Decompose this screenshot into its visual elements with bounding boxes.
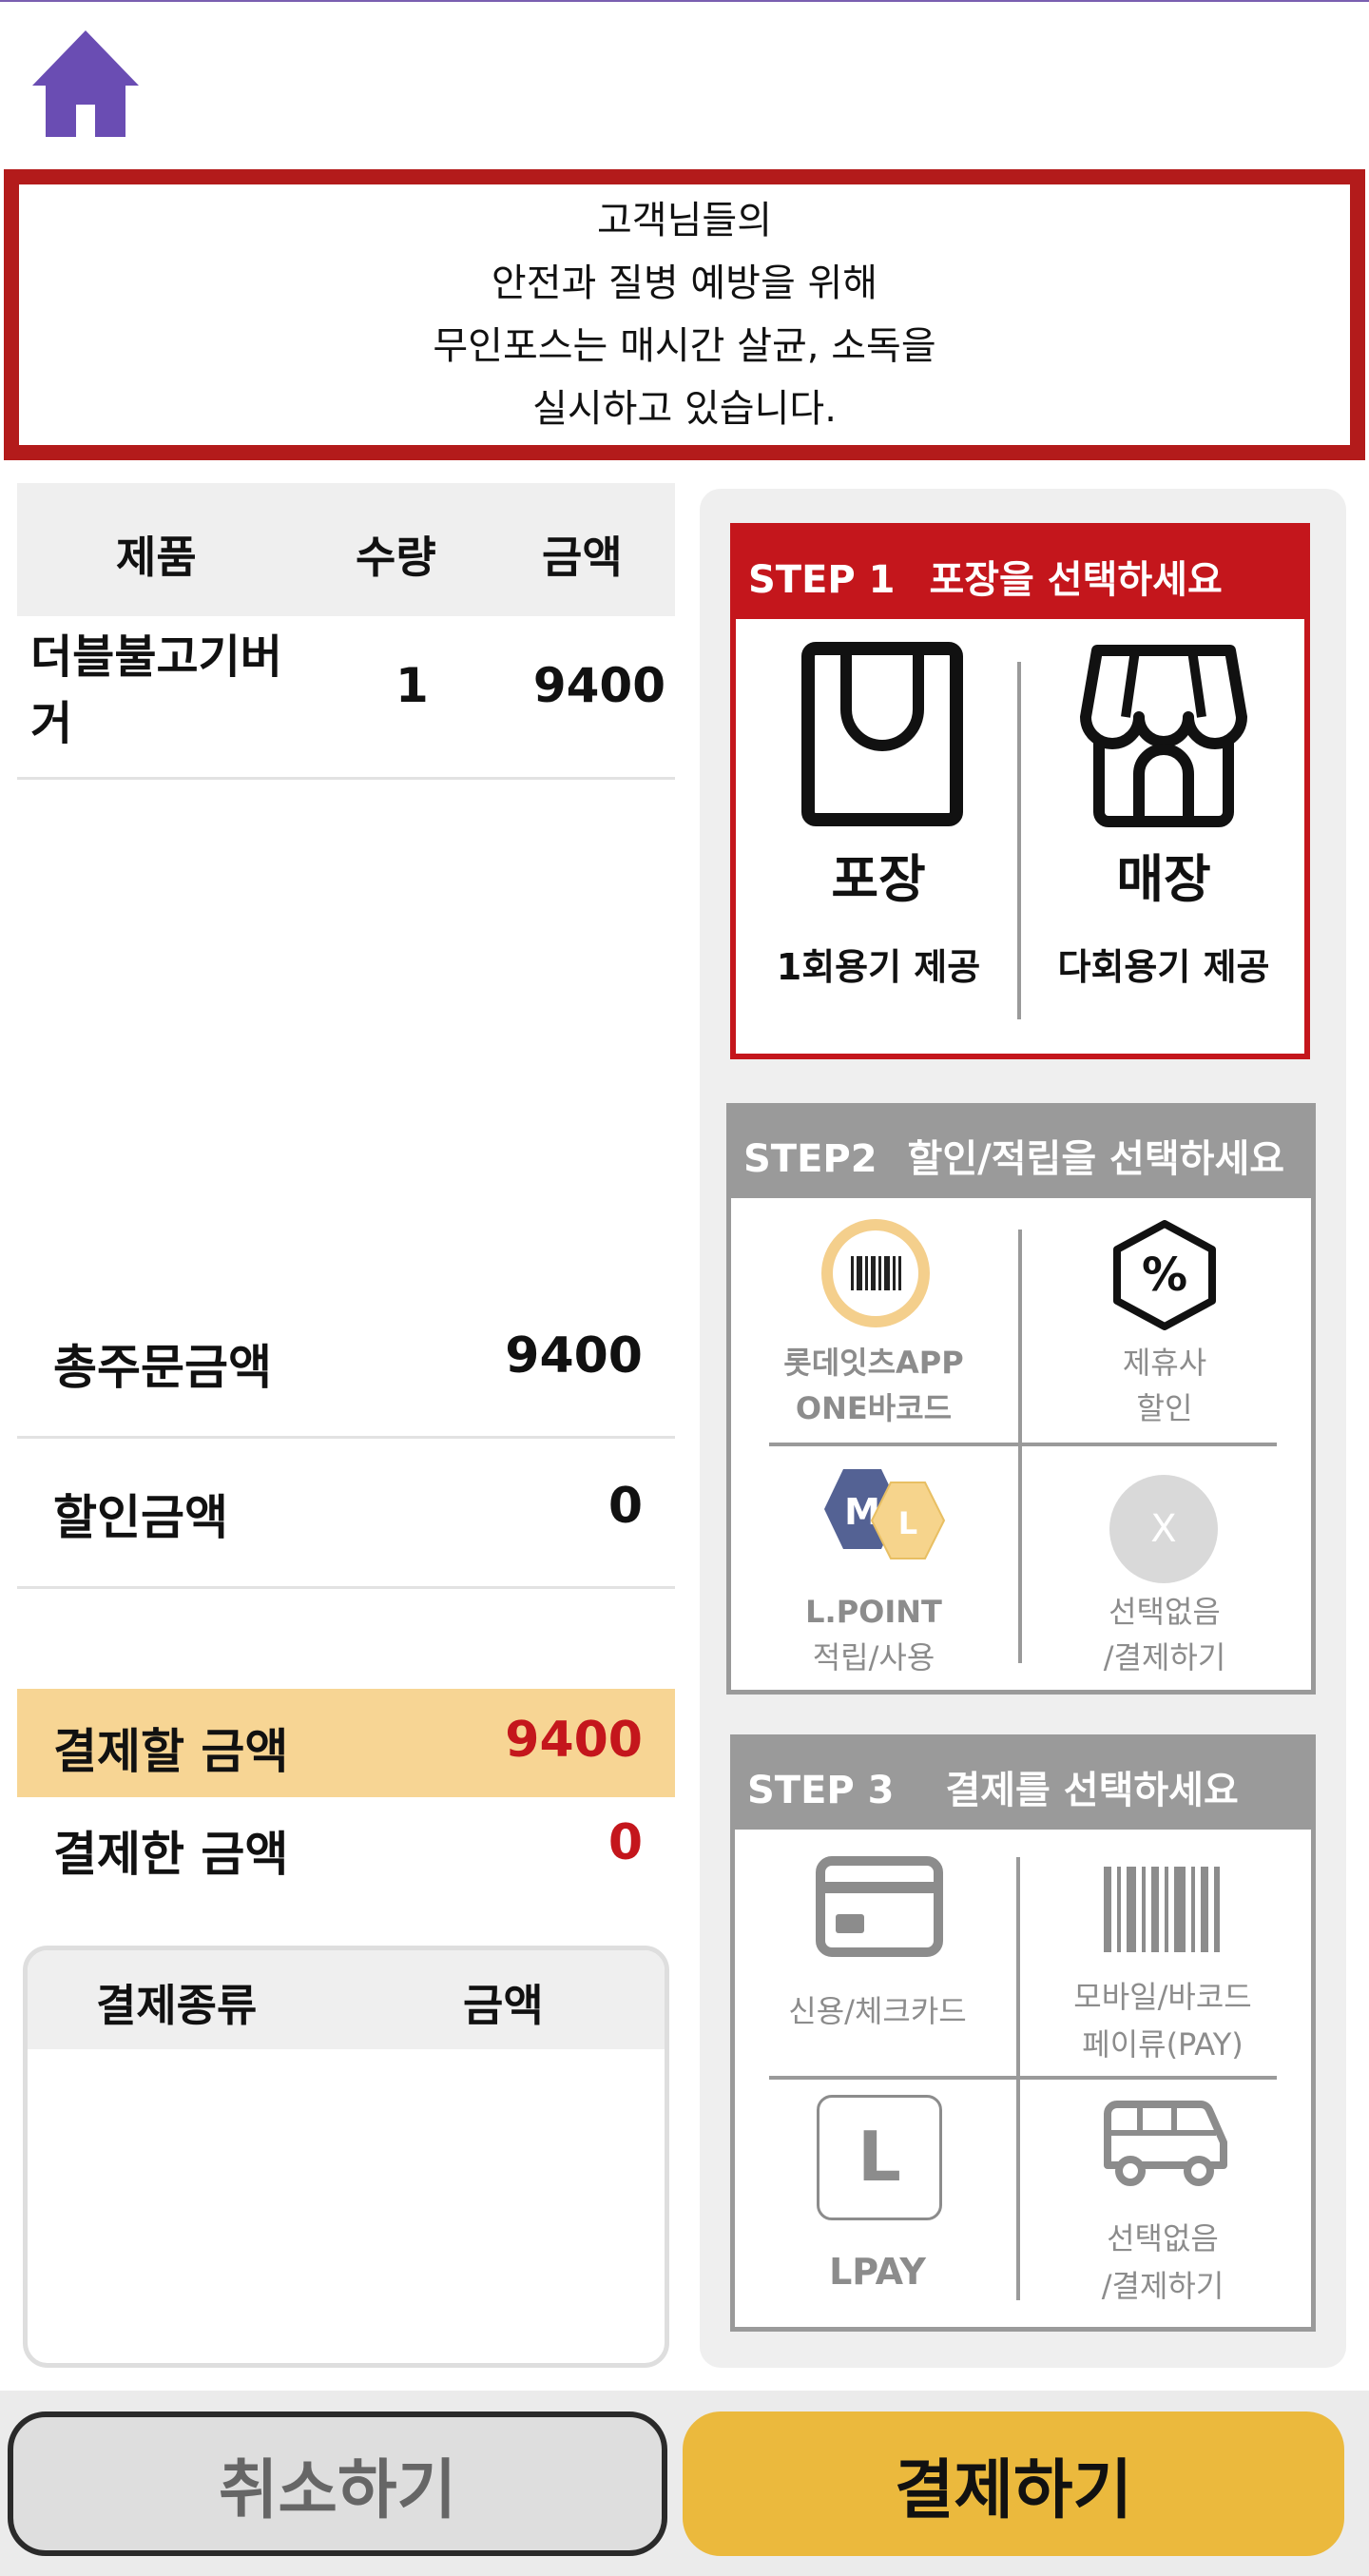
credit-card-icon xyxy=(815,1855,944,1962)
step2-no-selection-option[interactable]: X 선택없음 /결제하기 xyxy=(1022,1446,1307,1690)
takeout-option[interactable]: 포장 1회용기 제공 xyxy=(736,620,1017,1054)
payment-list-table: 결제종류 금액 xyxy=(23,1946,669,2368)
partner-label-line2: 할인 xyxy=(1136,1390,1193,1426)
step2-number: STEP2 xyxy=(743,1137,877,1181)
svg-text:L: L xyxy=(898,1505,917,1541)
step1-title: 포장을 선택하세요 xyxy=(929,558,1223,602)
step3-title: 결제를 선택하세요 xyxy=(945,1769,1239,1812)
step3-header: STEP 3 결제를 선택하세요 xyxy=(734,1738,1312,1830)
lpay-icon: L xyxy=(817,2095,942,2220)
lpay-label: LPAY xyxy=(829,2251,926,2293)
order-row[interactable]: 더블불고기버거 1 9400 xyxy=(17,616,675,780)
lpoint-label-line1: L.POINT xyxy=(805,1594,942,1630)
amount-to-pay-row: 결제할 금액 9400 xyxy=(17,1689,675,1797)
barcode-ring-icon xyxy=(820,1218,931,1332)
step1-header: STEP 1 포장을 선택하세요 xyxy=(735,528,1305,619)
discount-label: 할인금액 xyxy=(53,1490,228,1545)
takeout-label: 포장 xyxy=(831,849,926,909)
credit-card-label: 신용/체크카드 xyxy=(788,1993,967,2029)
notice-line-1: 고객님들의 xyxy=(597,199,772,242)
step2-title: 할인/적립을 선택하세요 xyxy=(907,1137,1285,1181)
pay-button[interactable]: 결제하기 xyxy=(683,2411,1344,2556)
lotteeats-label-line1: 롯데잇츠APP xyxy=(783,1345,964,1381)
lotteeats-label-line2: ONE바코드 xyxy=(795,1390,953,1426)
cancel-button[interactable]: 취소하기 xyxy=(8,2411,667,2556)
step2-none-label-line1: 선택없음 xyxy=(1109,1594,1221,1630)
order-item-qty: 1 xyxy=(395,658,429,713)
step2-header: STEP2 할인/적립을 선택하세요 xyxy=(730,1107,1312,1198)
lpoint-option[interactable]: M L L.POINT 적립/사용 xyxy=(731,1446,1016,1690)
amount-paid-value: 0 xyxy=(607,1814,643,1871)
lpoint-hexagon-icon: M L xyxy=(794,1462,965,1583)
step3-none-label-line2: /결제하기 xyxy=(1101,2268,1224,2304)
store-icon xyxy=(1078,641,1249,835)
step1-number: STEP 1 xyxy=(748,558,896,602)
options-panel: STEP 1 포장을 선택하세요 포장 1회용기 제공 매장 다회용기 제공 S… xyxy=(700,489,1346,2368)
total-order-label: 총주문금액 xyxy=(53,1340,272,1395)
barcode-icon xyxy=(1102,1867,1225,1956)
step3-number: STEP 3 xyxy=(747,1769,895,1812)
dinein-label: 매장 xyxy=(1116,849,1211,909)
step3-no-selection-option[interactable]: 선택없음 /결제하기 xyxy=(1020,2080,1305,2327)
order-item-name: 더블불고기버거 xyxy=(30,630,282,750)
credit-card-option[interactable]: 신용/체크카드 xyxy=(735,1834,1016,2072)
step3-none-label-line1: 선택없음 xyxy=(1107,2220,1219,2256)
top-accent-line xyxy=(0,0,1369,2)
payment-table-header: 결제종류 금액 xyxy=(28,1950,665,2049)
amount-column-header: 금액 xyxy=(542,532,623,583)
dinein-option[interactable]: 매장 다회용기 제공 xyxy=(1021,620,1304,1054)
divider xyxy=(17,1436,675,1439)
amount-paid-row: 결제한 금액 0 xyxy=(17,1799,675,1908)
lotteeats-barcode-option[interactable]: 롯데잇츠APP ONE바코드 xyxy=(731,1203,1016,1441)
payment-amount-header: 금액 xyxy=(463,1980,544,2031)
discount-row: 할인금액 0 xyxy=(17,1440,675,1590)
mobile-pay-label-line1: 모바일/바코드 xyxy=(1073,1979,1252,2015)
amount-to-pay-label: 결제할 금액 xyxy=(53,1724,289,1779)
step2-none-label-line2: /결제하기 xyxy=(1103,1639,1226,1675)
discount-value: 0 xyxy=(607,1478,643,1535)
percent-hexagon-icon: % xyxy=(1109,1218,1220,1336)
payment-type-header: 결제종류 xyxy=(96,1980,258,2031)
close-circle-icon: X xyxy=(1109,1475,1218,1583)
home-icon[interactable] xyxy=(29,27,143,141)
svg-text:%: % xyxy=(1142,1249,1187,1302)
total-order-value: 9400 xyxy=(505,1327,643,1385)
total-order-row: 총주문금액 9400 xyxy=(17,1286,675,1436)
step1-packaging: STEP 1 포장을 선택하세요 포장 1회용기 제공 매장 다회용기 제공 xyxy=(730,523,1310,1059)
qty-column-header: 수량 xyxy=(356,532,436,583)
lpay-option[interactable]: L LPAY xyxy=(735,2080,1016,2327)
divider xyxy=(17,1586,675,1589)
notice-line-4: 실시하고 있습니다. xyxy=(532,387,837,431)
amount-to-pay-value: 9400 xyxy=(505,1712,643,1769)
lpoint-label-line2: 적립/사용 xyxy=(812,1639,935,1675)
notice-line-3: 무인포스는 매시간 살균, 소독을 xyxy=(433,324,936,368)
order-table-header: 제품 수량 금액 xyxy=(17,483,675,616)
mobile-pay-label-line2: 페이류(PAY) xyxy=(1082,2026,1244,2063)
step2-discount: STEP2 할인/적립을 선택하세요 롯데잇츠APP ONE바코드 % 제휴사 … xyxy=(726,1103,1316,1695)
step3-payment: STEP 3 결제를 선택하세요 신용/체크카드 모바일/바코드 페이류(PAY… xyxy=(730,1734,1316,2332)
dinein-sub: 다회용기 제공 xyxy=(1057,946,1270,988)
partner-label-line1: 제휴사 xyxy=(1122,1345,1207,1381)
order-item-amount: 9400 xyxy=(532,658,665,713)
notice-line-2: 안전과 질병 예방을 위해 xyxy=(491,261,878,305)
takeout-sub: 1회용기 제공 xyxy=(776,946,981,988)
partner-discount-option[interactable]: % 제휴사 할인 xyxy=(1022,1203,1307,1441)
bus-icon xyxy=(1098,2099,1231,2194)
amount-paid-label: 결제한 금액 xyxy=(53,1827,289,1882)
hygiene-notice-banner: 고객님들의 안전과 질병 예방을 위해 무인포스는 매시간 살균, 소독을 실시… xyxy=(4,169,1365,460)
shopping-bag-icon xyxy=(797,639,968,833)
mobile-barcode-option[interactable]: 모바일/바코드 페이류(PAY) xyxy=(1020,1834,1305,2072)
product-column-header: 제품 xyxy=(116,532,197,583)
